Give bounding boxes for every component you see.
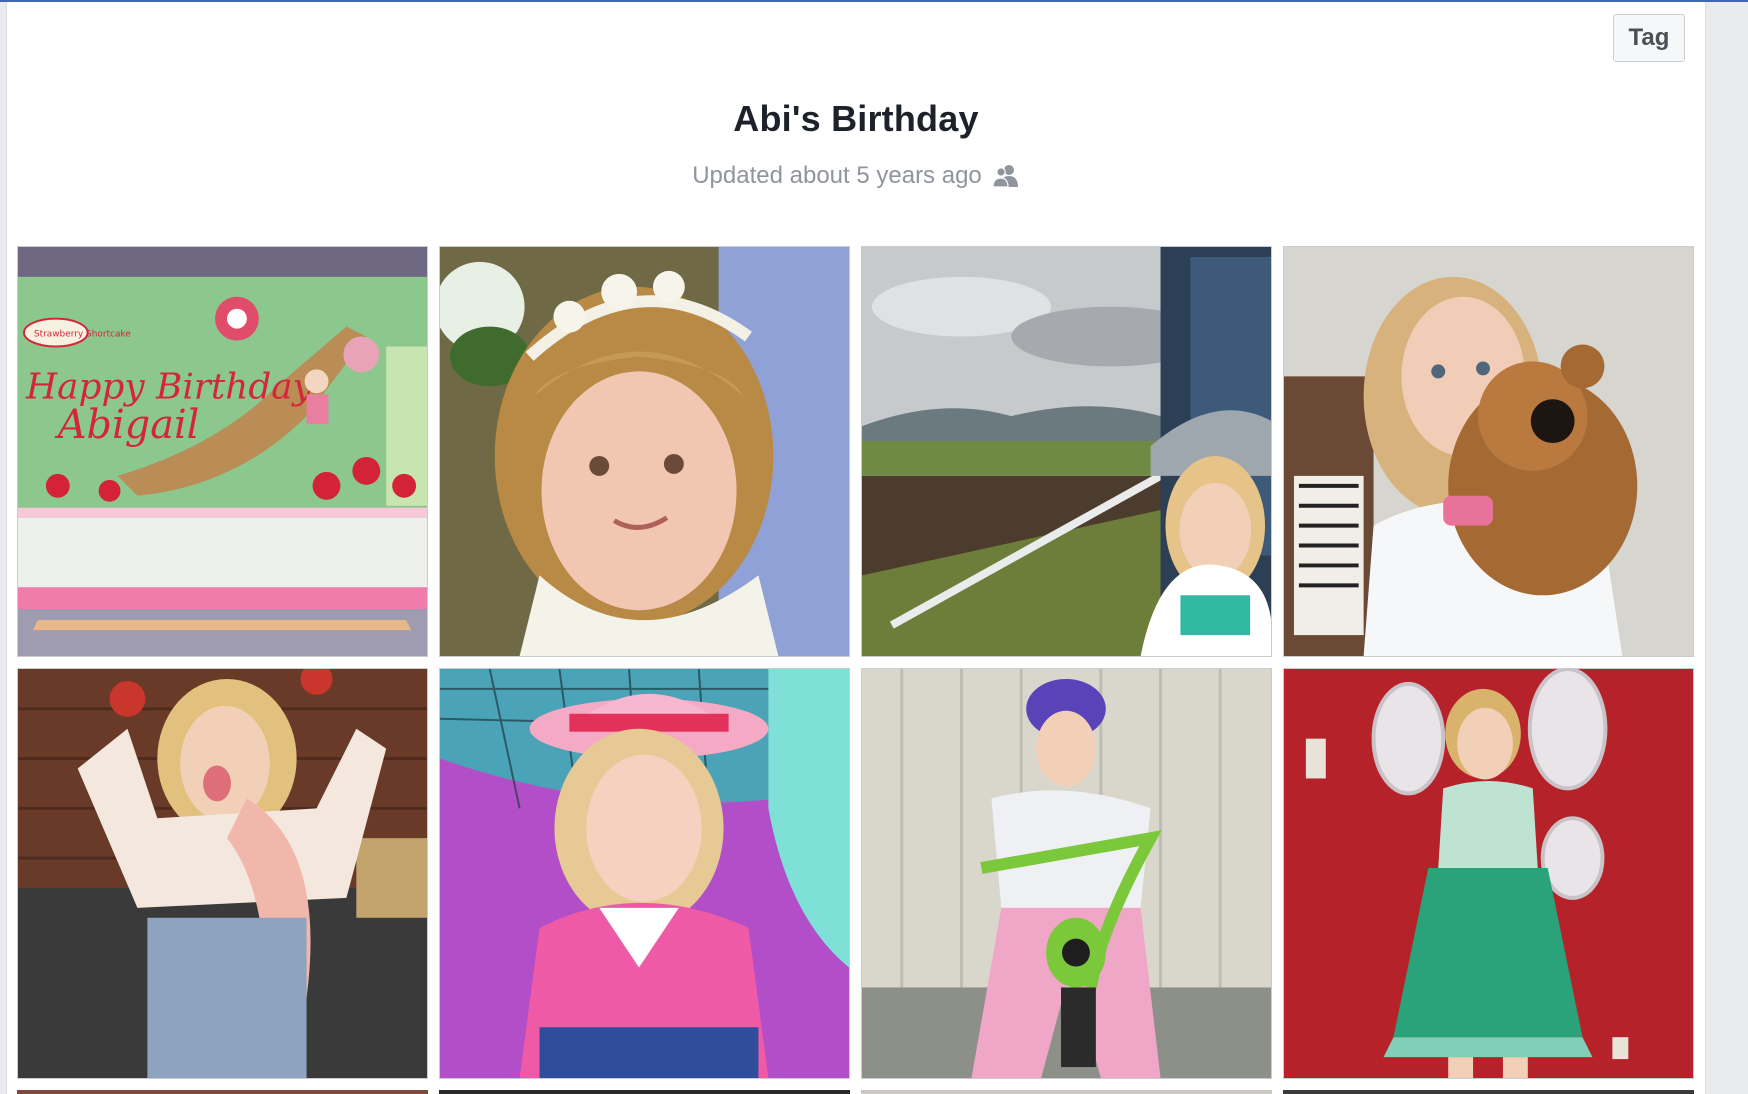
photo-girl-fairy[interactable]: [1283, 668, 1694, 1079]
photo-girl-bike[interactable]: [861, 668, 1272, 1079]
album-meta: Updated about 5 years ago: [7, 162, 1705, 190]
photo-girl-field[interactable]: [861, 246, 1272, 657]
photo-birthday-cake[interactable]: Happy Birthday Abigail Strawberry Shortc…: [17, 246, 428, 657]
peek-photo[interactable]: [1283, 1090, 1694, 1094]
photo-girl-headband[interactable]: [439, 246, 850, 657]
photo-girl-teddy[interactable]: [1283, 246, 1694, 657]
peek-photo[interactable]: [861, 1090, 1272, 1094]
album-panel: Tag Abi's Birthday Updated about 5 years…: [6, 2, 1706, 1094]
next-row-peek: [17, 1090, 1697, 1094]
friends-icon[interactable]: [992, 164, 1020, 188]
album-title: Abi's Birthday: [733, 98, 979, 139]
cake-text-abigail: Abigail: [54, 402, 200, 448]
photo-girl-dancing[interactable]: [17, 668, 428, 1079]
cake-brand-text: Strawberry Shortcake: [34, 330, 131, 340]
photo-girl-pink-hat[interactable]: [439, 668, 850, 1079]
peek-photo[interactable]: [439, 1090, 850, 1094]
tag-button[interactable]: Tag: [1613, 14, 1685, 62]
peek-photo[interactable]: [17, 1090, 428, 1094]
photo-grid: Happy Birthday Abigail Strawberry Shortc…: [17, 246, 1697, 1079]
album-updated-text: Updated about 5 years ago: [692, 162, 982, 189]
